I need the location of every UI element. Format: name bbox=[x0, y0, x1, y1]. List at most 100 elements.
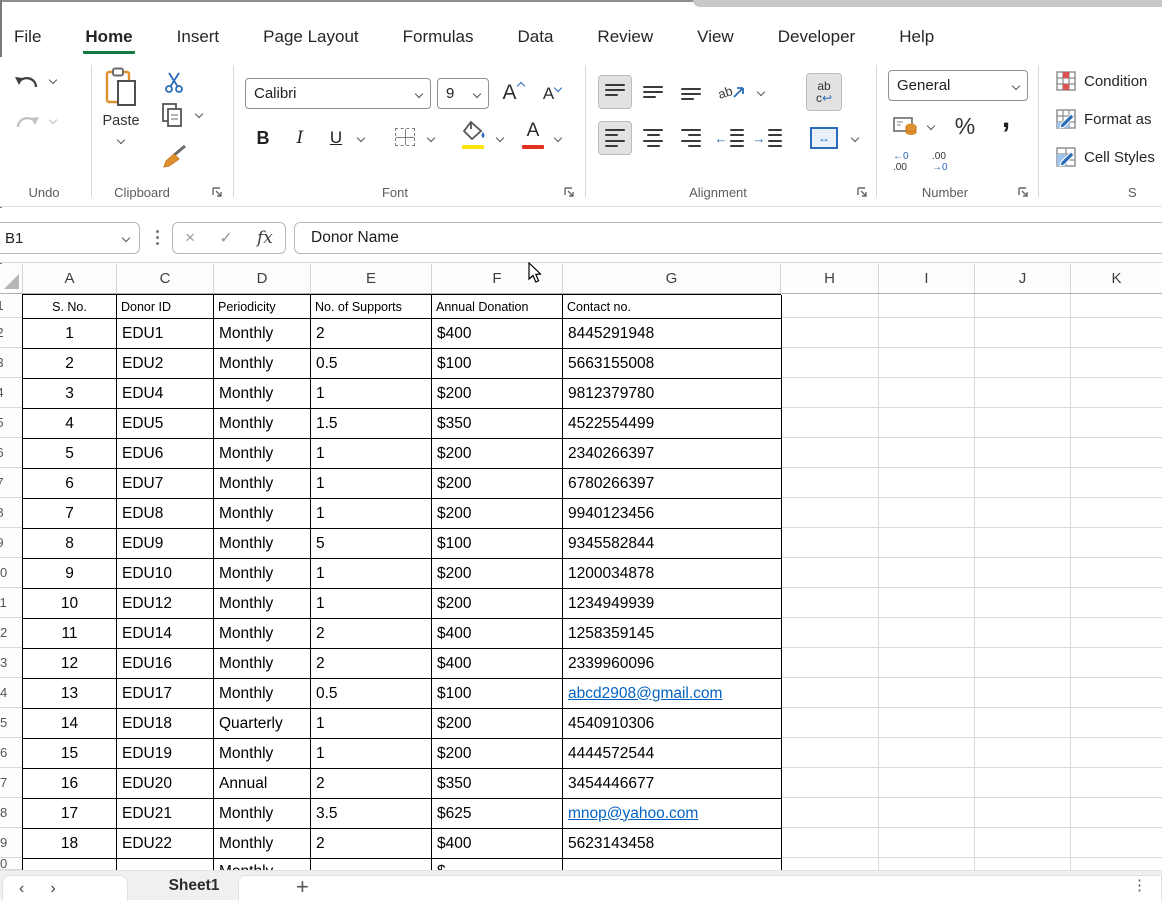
copy-button[interactable] bbox=[158, 101, 186, 129]
decrease-font-size-button[interactable]: A bbox=[536, 79, 568, 109]
row-header-16[interactable]: 16 bbox=[0, 738, 22, 768]
format-as-button[interactable]: Format as bbox=[1056, 109, 1162, 129]
column-header-D[interactable]: D bbox=[213, 264, 310, 293]
fill-color-button[interactable] bbox=[460, 119, 488, 143]
undo-button[interactable] bbox=[12, 67, 42, 97]
cell-periodicity[interactable]: Quarterly bbox=[214, 709, 311, 739]
middle-align-button[interactable] bbox=[636, 75, 670, 109]
header-cell-2[interactable]: Periodicity bbox=[214, 295, 311, 319]
percent-style-button[interactable]: % bbox=[948, 109, 982, 143]
cell-s-no[interactable]: 9 bbox=[23, 559, 117, 589]
cell-supports[interactable]: 0.5 bbox=[311, 349, 432, 379]
select-all-button[interactable] bbox=[0, 264, 22, 293]
cell-donor-id[interactable]: EDU10 bbox=[117, 559, 214, 589]
clipboard-dialog-launcher-icon[interactable] bbox=[211, 186, 223, 198]
font-size-combobox[interactable]: 9 bbox=[437, 78, 489, 109]
cell-donor-id[interactable]: EDU5 bbox=[117, 409, 214, 439]
cell-contact[interactable]: 3454446677 bbox=[563, 769, 782, 799]
cell-contact[interactable]: 4522554499 bbox=[563, 409, 782, 439]
cell-donor-id[interactable]: EDU20 bbox=[117, 769, 214, 799]
row-header-15[interactable]: 15 bbox=[0, 708, 22, 738]
undo-dropdown-chevron-icon[interactable] bbox=[49, 76, 57, 84]
name-box-chevron-icon[interactable] bbox=[122, 234, 130, 242]
cell-donation[interactable]: $200 bbox=[432, 379, 563, 409]
cell-donor-id[interactable]: EDU14 bbox=[117, 619, 214, 649]
cell-s-no[interactable]: 14 bbox=[23, 709, 117, 739]
cell-contact[interactable]: 9345582844 bbox=[563, 529, 782, 559]
row-header-3[interactable]: 3 bbox=[0, 348, 22, 378]
cell-periodicity[interactable]: Monthly bbox=[214, 439, 311, 469]
cell-contact[interactable]: 1200034878 bbox=[563, 559, 782, 589]
cell-periodicity[interactable]: Monthly bbox=[214, 559, 311, 589]
cell-s-no[interactable]: 5 bbox=[23, 439, 117, 469]
cell-donation[interactable]: $200 bbox=[432, 709, 563, 739]
merge-center-chevron-icon[interactable] bbox=[851, 134, 859, 142]
increase-font-size-button[interactable]: A bbox=[496, 77, 530, 109]
font-dialog-launcher-icon[interactable] bbox=[563, 186, 575, 198]
row-header-13[interactable]: 13 bbox=[0, 648, 22, 678]
insert-function-icon[interactable]: fx bbox=[257, 228, 273, 248]
header-cell-5[interactable]: Contact no. bbox=[563, 295, 782, 319]
cell-supports[interactable]: 5 bbox=[311, 529, 432, 559]
header-cell-0[interactable]: S. No. bbox=[23, 295, 117, 319]
column-header-A[interactable]: A bbox=[22, 264, 116, 293]
align-right-button[interactable] bbox=[674, 121, 708, 155]
cell-donor-id[interactable]: EDU17 bbox=[117, 679, 214, 709]
column-header-J[interactable]: J bbox=[974, 264, 1070, 293]
borders-button[interactable] bbox=[392, 125, 418, 149]
cell-periodicity[interactable]: Annual bbox=[214, 769, 311, 799]
cell-donation[interactable]: $400 bbox=[432, 619, 563, 649]
format-painter-button[interactable] bbox=[160, 143, 190, 171]
row-header-11[interactable]: 11 bbox=[0, 588, 22, 618]
cell-contact[interactable]: abcd2908@gmail.com bbox=[563, 679, 782, 709]
row-header-20[interactable]: 20 bbox=[0, 858, 22, 870]
header-cell-3[interactable]: No. of Supports bbox=[311, 295, 432, 319]
condition-button[interactable]: Condition bbox=[1056, 71, 1162, 91]
column-header-K[interactable]: K bbox=[1070, 264, 1162, 293]
fill-color-chevron-icon[interactable] bbox=[496, 134, 504, 142]
row-header-17[interactable]: 17 bbox=[0, 768, 22, 798]
merge-center-button[interactable]: ↔ bbox=[806, 123, 842, 153]
cell-donation[interactable]: $625 bbox=[432, 799, 563, 829]
cell-s-no[interactable]: 7 bbox=[23, 499, 117, 529]
cell-periodicity[interactable]: Monthly bbox=[214, 649, 311, 679]
cell-supports[interactable]: 2 bbox=[311, 319, 432, 349]
menu-tab-developer[interactable]: Developer bbox=[776, 23, 858, 54]
cell-periodicity[interactable]: Monthly bbox=[214, 499, 311, 529]
borders-dropdown-chevron-icon[interactable] bbox=[427, 134, 435, 142]
cell-donor-id[interactable]: EDU1 bbox=[117, 319, 214, 349]
column-header-C[interactable]: C bbox=[116, 264, 213, 293]
next-sheet-button[interactable]: › bbox=[50, 880, 55, 898]
cell-supports[interactable]: 2 bbox=[311, 769, 432, 799]
comma-style-button[interactable]: , bbox=[992, 101, 1020, 135]
cell-periodicity[interactable]: Monthly bbox=[214, 469, 311, 499]
cell-donor-id[interactable]: EDU22 bbox=[117, 829, 214, 859]
accounting-chevron-icon[interactable] bbox=[927, 122, 935, 130]
accounting-format-button[interactable] bbox=[890, 112, 922, 140]
cell-contact[interactable]: 2340266397 bbox=[563, 439, 782, 469]
row-header-8[interactable]: 8 bbox=[0, 498, 22, 528]
cell-contact[interactable]: 9812379780 bbox=[563, 379, 782, 409]
previous-sheet-button[interactable]: ‹ bbox=[19, 880, 24, 898]
cell-supports[interactable]: 2 bbox=[311, 829, 432, 859]
cell-periodicity[interactable]: Monthly bbox=[214, 589, 311, 619]
menu-tab-insert[interactable]: Insert bbox=[175, 23, 222, 54]
cell-s-no[interactable]: 4 bbox=[23, 409, 117, 439]
row-header-5[interactable]: 5 bbox=[0, 408, 22, 438]
cell-styles-button[interactable]: Cell Styles bbox=[1056, 147, 1162, 167]
cell-donation[interactable]: $400 bbox=[432, 829, 563, 859]
row-header-10[interactable]: 10 bbox=[0, 558, 22, 588]
cell-s-no[interactable]: 11 bbox=[23, 619, 117, 649]
column-header-H[interactable]: H bbox=[780, 264, 878, 293]
row-header-2[interactable]: 2 bbox=[0, 318, 22, 348]
cell-s-no[interactable]: 12 bbox=[23, 649, 117, 679]
menu-tab-file[interactable]: File bbox=[12, 23, 43, 54]
cell-supports[interactable]: 1 bbox=[311, 499, 432, 529]
cell-supports[interactable]: 1 bbox=[311, 439, 432, 469]
cell-periodicity[interactable]: Monthly bbox=[214, 739, 311, 769]
cell-contact[interactable]: 9940123456 bbox=[563, 499, 782, 529]
empty-cells-area[interactable] bbox=[780, 294, 1162, 870]
cell-donor-id[interactable]: EDU8 bbox=[117, 499, 214, 529]
cell-donation[interactable]: $100 bbox=[432, 529, 563, 559]
menu-tab-home[interactable]: Home bbox=[83, 23, 134, 54]
